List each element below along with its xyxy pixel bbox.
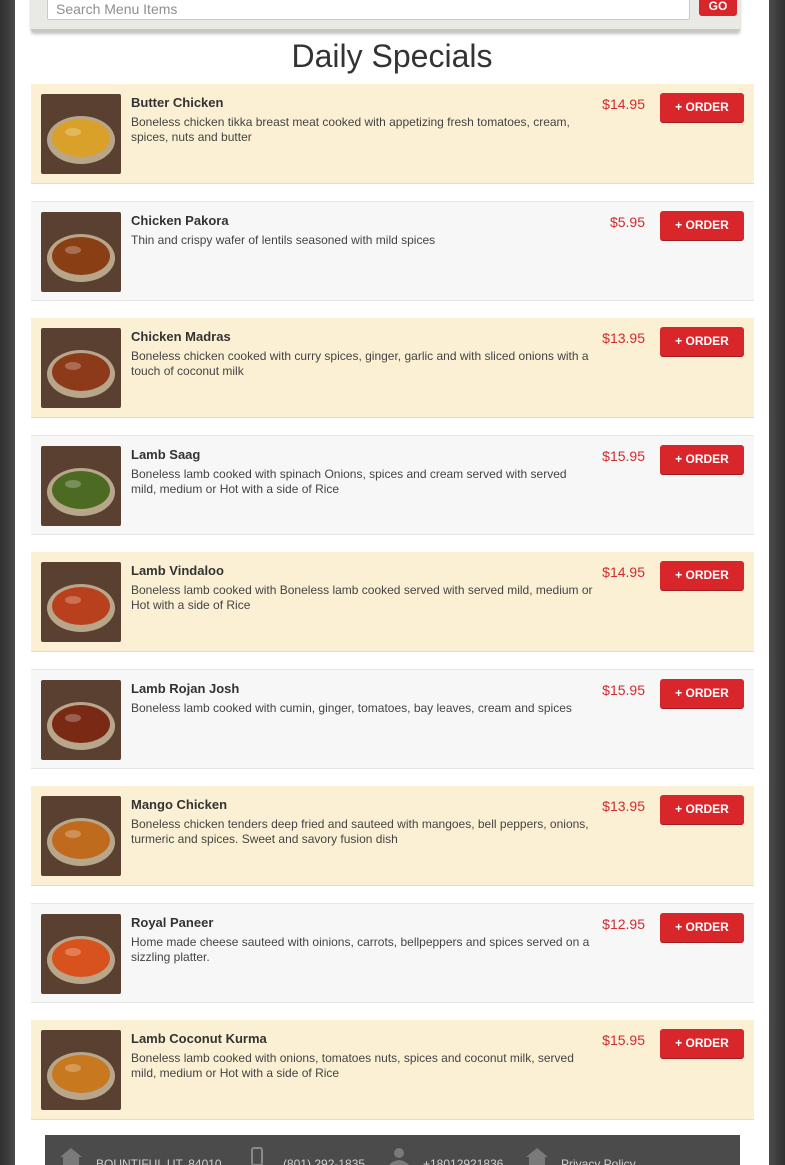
menu-item: Lamb Rojan Josh Boneless lamb cooked with… (31, 669, 754, 769)
dish-photo[interactable] (41, 680, 121, 760)
dish-description: Boneless chicken tenders deep fried and … (131, 817, 589, 846)
home-icon (525, 1147, 549, 1165)
order-button[interactable]: + ORDER (660, 445, 744, 474)
dish-price: $15.95 (602, 448, 645, 464)
mobile-phone-icon (250, 1147, 264, 1165)
menu-item: Butter Chicken Boneless chicken tikka bre… (31, 84, 754, 184)
dish-description: Boneless lamb cooked with spinach Onions… (131, 467, 567, 496)
dish-description: Boneless chicken tikka breast meat cooke… (131, 115, 570, 144)
dish-name: Royal Paneer (131, 915, 214, 930)
dish-name: Lamb Coconut Kurma (131, 1031, 267, 1046)
dish-photo[interactable] (41, 562, 121, 642)
dish-price: $14.95 (602, 96, 645, 112)
dish-description: Boneless lamb cooked with cumin, ginger,… (131, 701, 572, 715)
dish-price: $13.95 (602, 330, 645, 346)
footer: BOUNTIFUL UT, 84010 (801) 292-1835 +1801… (45, 1135, 740, 1165)
dish-name: Butter Chicken (131, 95, 224, 110)
dish-description: Home made cheese sauteed with oinions, c… (131, 935, 590, 964)
dish-photo[interactable] (41, 1030, 121, 1110)
menu-item: Royal Paneer Home made cheese sauteed wit… (31, 903, 754, 1003)
menu-list: Butter Chicken Boneless chicken tikka bre… (31, 84, 754, 1137)
dish-description: Boneless lamb cooked with Boneless lamb … (131, 583, 593, 612)
page-title: Daily Specials (291, 38, 493, 74)
privacy-policy-link[interactable]: Privacy Policy (561, 1157, 636, 1165)
menu-item: Chicken Pakora Thin and crispy wafer of l… (31, 201, 754, 301)
page-container: GO Daily Specials Butter Chicken Boneless… (15, 0, 769, 1165)
order-button[interactable]: + ORDER (660, 211, 744, 240)
order-button[interactable]: + ORDER (660, 795, 744, 824)
search-bar: GO (31, 0, 740, 32)
dish-price: $14.95 (602, 564, 645, 580)
dish-name: Lamb Saag (131, 447, 201, 462)
dish-name: Lamb Rojan Josh (131, 681, 240, 696)
dish-name: Lamb Vindaloo (131, 563, 224, 578)
dish-price: $5.95 (609, 214, 645, 230)
order-button[interactable]: + ORDER (660, 679, 744, 708)
dish-photo[interactable] (41, 796, 121, 876)
dish-price: $15.95 (602, 682, 645, 698)
dish-photo[interactable] (41, 914, 121, 994)
dish-photo[interactable] (41, 328, 121, 408)
order-button[interactable]: + ORDER (660, 93, 744, 122)
menu-item: Chicken Madras Boneless chicken cooked wi… (31, 318, 754, 418)
order-button[interactable]: + ORDER (660, 1029, 744, 1058)
dish-price: $13.95 (602, 798, 645, 814)
menu-item: Mango Chicken Boneless chicken tenders de… (31, 786, 754, 886)
footer-phone[interactable]: (801) 292-1835 (283, 1157, 365, 1165)
dish-photo[interactable] (41, 446, 121, 526)
footer-address: BOUNTIFUL UT, 84010 (96, 1157, 222, 1165)
dish-name: Chicken Madras (131, 329, 231, 344)
dish-description: Boneless chicken cooked with curry spice… (131, 349, 589, 378)
dish-price: $15.95 (602, 1032, 645, 1048)
dish-description: Thin and crispy wafer of lentils seasone… (131, 233, 436, 247)
dish-name: Chicken Pakora (131, 213, 229, 228)
search-input[interactable] (47, 0, 690, 20)
order-button[interactable]: + ORDER (660, 913, 744, 942)
dish-name: Mango Chicken (131, 797, 228, 812)
dish-photo[interactable] (41, 212, 121, 292)
user-icon (387, 1147, 411, 1165)
order-button[interactable]: + ORDER (660, 561, 744, 590)
dish-description: Boneless lamb cooked with onions, tomato… (131, 1051, 574, 1080)
dish-photo[interactable] (41, 94, 121, 174)
menu-item: Lamb Saag Boneless lamb cooked with spina… (31, 435, 754, 535)
home-icon (59, 1147, 83, 1165)
menu-item: Lamb Vindaloo Boneless lamb cooked with B… (31, 552, 754, 652)
order-button[interactable]: + ORDER (660, 327, 744, 356)
menu-item: Lamb Coconut Kurma Boneless lamb cooked w… (31, 1020, 754, 1120)
dish-price: $12.95 (602, 916, 645, 932)
footer-phone-2[interactable]: +18012921836 (423, 1157, 503, 1165)
go-button[interactable]: GO (699, 0, 737, 16)
